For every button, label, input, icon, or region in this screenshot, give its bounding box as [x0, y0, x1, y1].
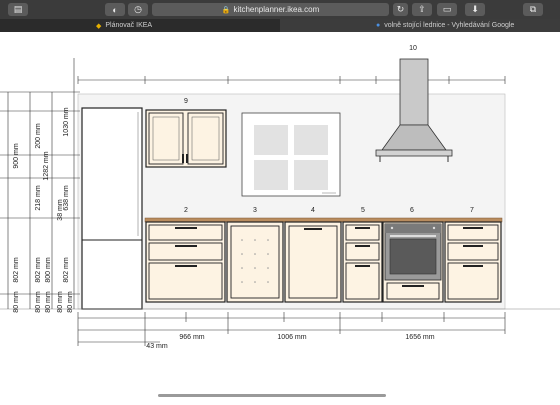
reload-icon[interactable]: ↻ — [393, 3, 408, 16]
tab-label: Plánovač IKEA — [105, 22, 153, 29]
tab-ikea[interactable]: ◆ Plánovač IKEA — [0, 19, 280, 32]
dim-80-d: 80 mm — [57, 291, 64, 313]
download-icon[interactable]: ⬇ — [465, 3, 485, 16]
dim-800: 800 mm — [45, 257, 52, 282]
unit-number-7: 7 — [470, 207, 474, 214]
oven-cabinet-6[interactable] — [382, 221, 444, 303]
base-cabinet-7[interactable] — [444, 221, 502, 303]
unit-number-9: 9 — [184, 98, 188, 105]
elevation-drawing: 9 10 2 3 4 5 6 7 1030 mm 900 mm 200 mm 1… — [0, 45, 560, 350]
bookmark-icon[interactable]: ⧉ — [523, 3, 543, 16]
base-cabinet-3[interactable] — [226, 221, 284, 303]
unit-number-3: 3 — [253, 207, 257, 214]
address-bar[interactable]: 🔒 kitchenplanner.ikea.com — [152, 3, 389, 16]
dim-200: 200 mm — [35, 123, 42, 148]
lock-icon: 🔒 — [221, 6, 231, 14]
tab-google[interactable]: ● volně stojící lednice - Vyhledávání Go… — [280, 19, 560, 32]
base-cabinet-2[interactable] — [145, 221, 226, 303]
dim-1030: 1030 mm — [63, 107, 70, 136]
dim-43: 43 mm — [146, 343, 168, 350]
unit-number-10: 10 — [409, 45, 417, 52]
unit-number-4: 4 — [311, 207, 315, 214]
dim-80-c: 80 mm — [45, 291, 52, 313]
dim-802-a: 802 mm — [13, 257, 20, 282]
dim-80-b: 80 mm — [35, 291, 42, 313]
url-text: kitchenplanner.ikea.com — [233, 5, 320, 14]
favicon-icon: ● — [376, 22, 381, 29]
clock-icon[interactable]: ◷ — [128, 3, 148, 16]
fridge[interactable] — [81, 107, 143, 310]
dim-38: 38 mm — [57, 199, 64, 221]
dim-1656: 1656 mm — [405, 334, 434, 341]
dim-900: 900 mm — [13, 143, 20, 168]
dim-218: 218 mm — [35, 185, 42, 210]
favicon-icon: ◆ — [96, 22, 102, 30]
unit-number-5: 5 — [361, 207, 365, 214]
dim-1282: 1282 mm — [43, 151, 50, 180]
kitchen-plan-canvas[interactable]: 9 10 2 3 4 5 6 7 1030 mm 900 mm 200 mm 1… — [0, 32, 560, 400]
share-icon[interactable]: ⇪ — [412, 3, 432, 16]
window — [241, 112, 341, 197]
tab-bar: ◆ Plánovač IKEA ● volně stojící lednice … — [0, 19, 560, 32]
tabs-icon[interactable]: ▭ — [437, 3, 457, 16]
dim-80-a: 80 mm — [13, 291, 20, 313]
base-cabinet-4[interactable] — [284, 221, 342, 303]
tab-label: volně stojící lednice - Vyhledávání Goog… — [384, 22, 515, 29]
unit-number-6: 6 — [410, 207, 414, 214]
dim-80-e: 80 mm — [67, 291, 74, 313]
unit-number-2: 2 — [184, 207, 188, 214]
dim-802-b: 802 mm — [35, 257, 42, 282]
browser-toolbar: ▤ ◐ ◷ 🔒 kitchenplanner.ikea.com ↻ ⇪ ▭ ⬇ … — [0, 0, 560, 19]
dim-1006: 1006 mm — [277, 334, 306, 341]
dim-638: 638 mm — [63, 185, 70, 210]
horizontal-scrollbar[interactable] — [158, 394, 386, 397]
wall-cabinet-9[interactable] — [145, 109, 227, 168]
shield-icon[interactable]: ◐ — [105, 3, 125, 16]
dim-966: 966 mm — [179, 334, 204, 341]
countertop — [144, 217, 503, 223]
base-cabinet-5[interactable] — [342, 221, 383, 303]
sidebar-icon[interactable]: ▤ — [8, 3, 28, 16]
dim-802-c: 802 mm — [63, 257, 70, 282]
